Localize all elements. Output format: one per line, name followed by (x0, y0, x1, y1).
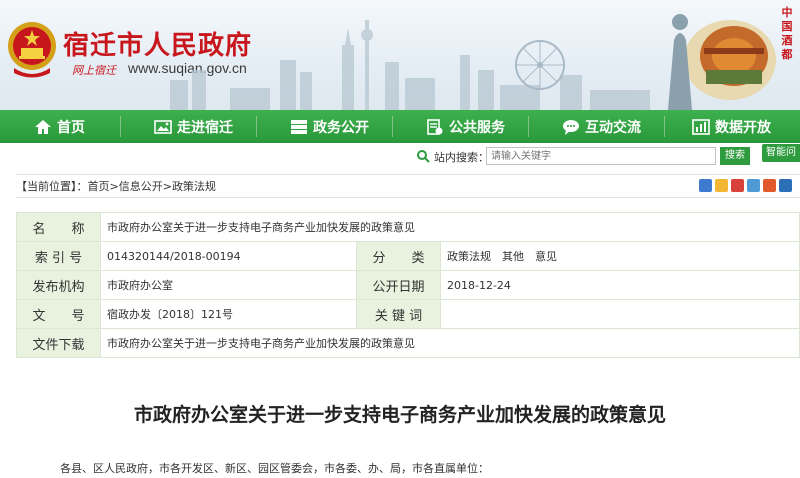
nav-item-home[interactable]: 首页 (34, 110, 85, 143)
chart-icon (692, 118, 710, 135)
nav-item-about[interactable]: 走进宿迁 (154, 110, 233, 143)
search-input[interactable] (486, 147, 716, 165)
share-people-icon[interactable] (779, 179, 792, 192)
nav-item-label: 数据开放 (715, 119, 771, 136)
share-qzone-icon[interactable] (747, 179, 760, 192)
main-nav: 首页 走进宿迁 政务公开 公共服务 互动交流 数据开放 (0, 110, 800, 143)
home-icon (35, 119, 51, 134)
search-label: 站内搜索： (434, 151, 489, 164)
site-header: 宿迁市人民政府 网上宿迁 www.suqian.gov.cn 中国酒都 (0, 0, 800, 110)
docno-label: 文 号 (16, 299, 101, 329)
share-plus-icon[interactable] (699, 179, 712, 192)
keyword-label: 关 键 词 (356, 299, 441, 329)
index-value: 014320144/2018-00194 (100, 241, 357, 271)
share-renren-icon[interactable] (763, 179, 776, 192)
picture-icon (154, 119, 172, 134)
download-link[interactable]: 市政府办公室关于进一步支持电子商务产业加快发展的政策意见 (100, 328, 800, 358)
nav-divider (528, 116, 529, 137)
breadcrumb-prefix: 【当前位置】： (16, 180, 88, 193)
search-icon (417, 150, 430, 163)
date-value: 2018-12-24 (440, 270, 800, 300)
nav-item-gov-affairs[interactable]: 政务公开 (290, 110, 369, 143)
table-row: 文件下载 市政府办公室关于进一步支持电子商务产业加快发展的政策意见 (16, 328, 800, 358)
name-value: 市政府办公室关于进一步支持电子商务产业加快发展的政策意见 (100, 212, 800, 242)
nav-item-label: 公共服务 (449, 119, 505, 136)
clipboard-icon (427, 118, 443, 135)
nav-item-label: 走进宿迁 (177, 119, 233, 136)
publisher-value: 市政府办公室 (100, 270, 357, 300)
index-label: 索 引 号 (16, 241, 101, 271)
document-info-table: 名 称 市政府办公室关于进一步支持电子商务产业加快发展的政策意见 索 引 号 0… (16, 212, 800, 358)
category-value: 政策法规 其他 意见 (440, 241, 800, 271)
smart-qa-button[interactable]: 智能问 (762, 144, 800, 162)
breadcrumb-item-info[interactable]: 信息公开 (119, 178, 163, 194)
keyword-value (440, 299, 800, 329)
share-weibo-icon[interactable] (731, 179, 744, 192)
share-toolbar (699, 179, 792, 192)
download-label: 文件下载 (16, 328, 101, 358)
server-icon (291, 119, 307, 134)
article-title: 市政府办公室关于进一步支持电子商务产业加快发展的政策意见 (133, 404, 666, 426)
breadcrumb-separator: > (162, 179, 172, 193)
search-bar: 站内搜索： 搜索 智能问 (0, 143, 800, 169)
table-row: 文 号 宿政办发〔2018〕121号 关 键 词 (16, 299, 800, 329)
national-emblem-icon (8, 22, 56, 78)
table-row: 名 称 市政府办公室关于进一步支持电子商务产业加快发展的政策意见 (16, 212, 800, 242)
docno-value: 宿政办发〔2018〕121号 (100, 299, 357, 329)
site-slogan: 网上宿迁 (72, 64, 116, 77)
breadcrumb-item-home[interactable]: 首页 (88, 178, 110, 194)
chat-icon (563, 119, 579, 135)
nav-item-label: 政务公开 (313, 119, 369, 136)
nav-divider (392, 116, 393, 137)
share-star-icon[interactable] (715, 179, 728, 192)
name-label: 名 称 (16, 212, 101, 242)
breadcrumb: 【当前位置】： 首页 > 信息公开 > 政策法规 (16, 174, 800, 198)
category-label: 分 类 (356, 241, 441, 271)
nav-item-public-service[interactable]: 公共服务 (426, 110, 505, 143)
date-label: 公开日期 (356, 270, 441, 300)
nav-item-interaction[interactable]: 互动交流 (562, 110, 641, 143)
article-salutation: 各县、区人民政府，市各开发区、新区、园区管委会，市各委、办、局，市各直属单位： (60, 462, 489, 475)
table-row: 索 引 号 014320144/2018-00194 分 类 政策法规 其他 意… (16, 241, 800, 271)
nav-item-open-data[interactable]: 数据开放 (692, 110, 771, 143)
nav-divider (256, 116, 257, 137)
nav-item-label: 互动交流 (585, 119, 641, 136)
stamp-text: 中国酒都 (781, 6, 793, 61)
city-skyline-illustration (170, 20, 650, 110)
breadcrumb-item-policy[interactable]: 政策法规 (172, 178, 216, 194)
nav-divider (664, 116, 665, 137)
nav-divider (120, 116, 121, 137)
breadcrumb-separator: > (109, 179, 119, 193)
publisher-label: 发布机构 (16, 270, 101, 300)
search-button[interactable]: 搜索 (720, 147, 750, 165)
nav-item-label: 首页 (57, 119, 85, 136)
table-row: 发布机构 市政府办公室 公开日期 2018-12-24 (16, 270, 800, 300)
